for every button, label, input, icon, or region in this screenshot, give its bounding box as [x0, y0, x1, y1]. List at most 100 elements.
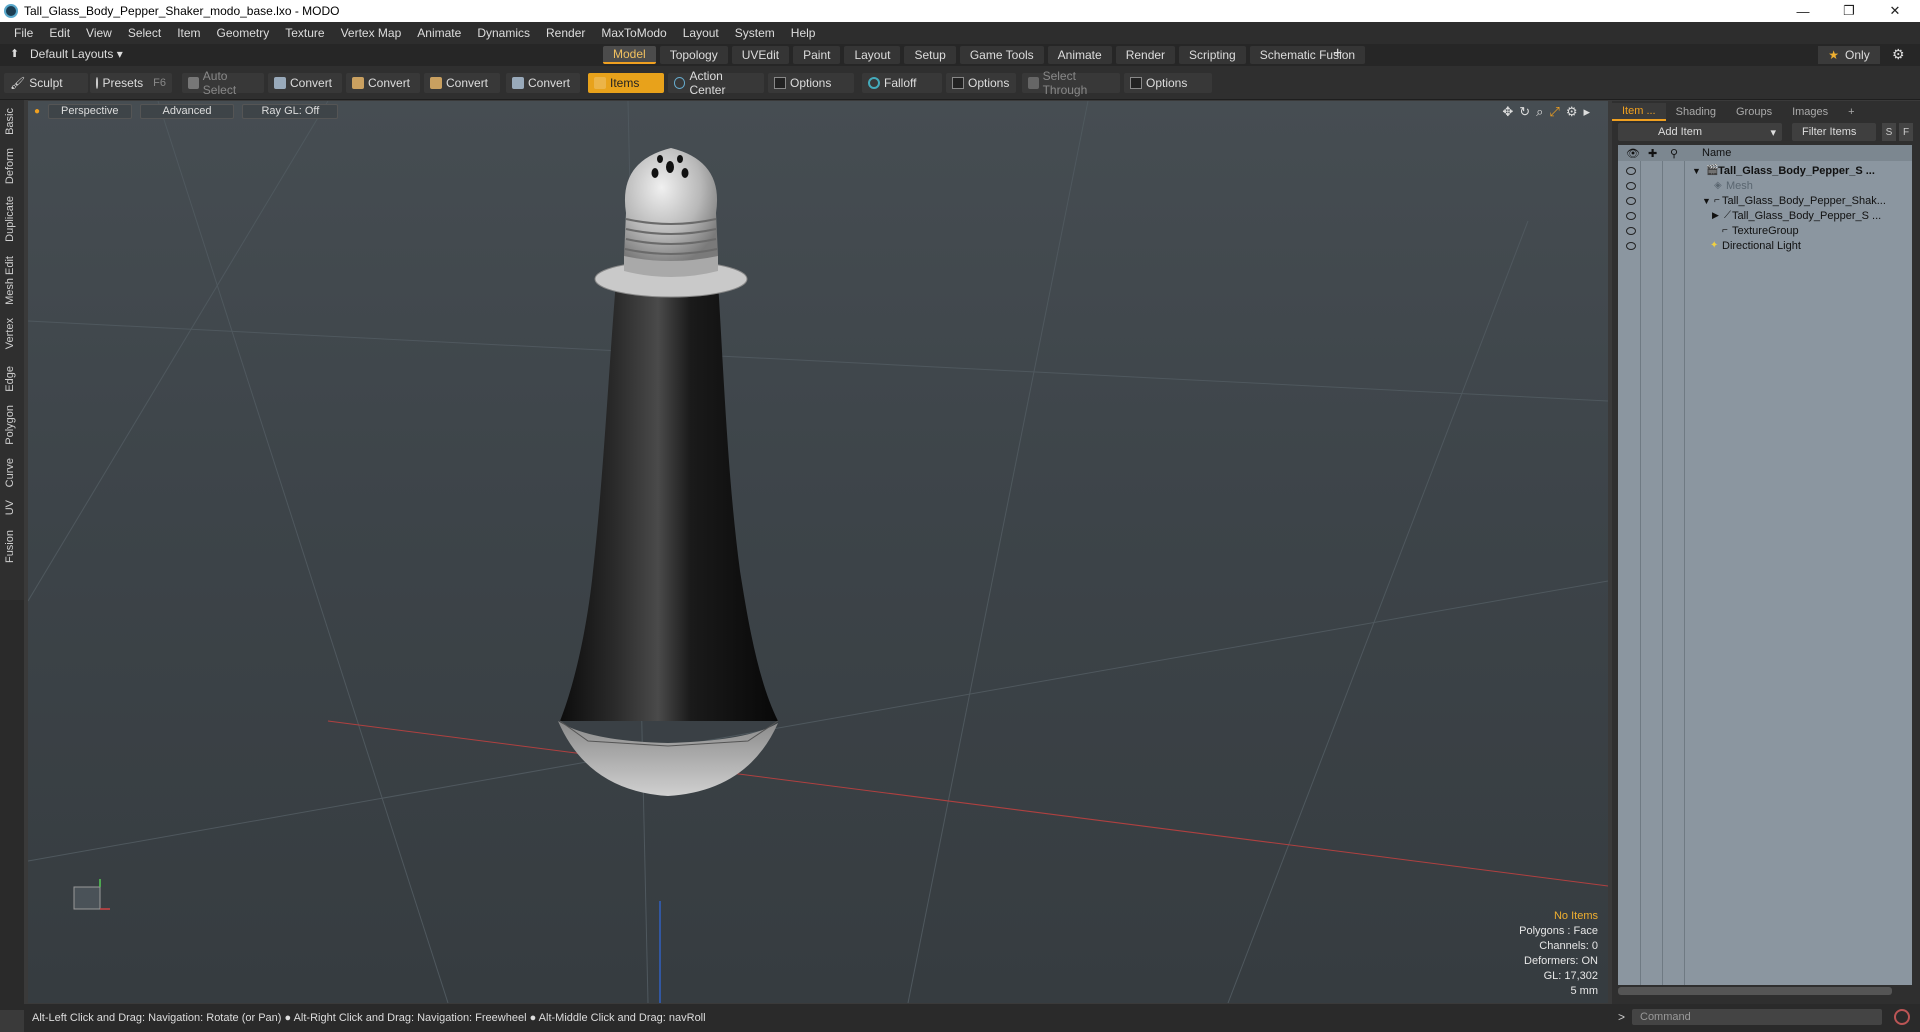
expand-arrow-icon[interactable]: ▼ — [1692, 166, 1701, 176]
menu-dynamics[interactable]: Dynamics — [469, 26, 538, 40]
tree-scrollbar[interactable] — [1618, 987, 1892, 995]
presets-button[interactable]: Presets F6 — [90, 73, 172, 93]
tab-duplicate[interactable]: Duplicate — [4, 196, 16, 242]
record-icon[interactable] — [1894, 1009, 1910, 1025]
options-button-2[interactable]: Options — [946, 73, 1016, 93]
options-checkbox[interactable] — [774, 77, 786, 89]
menu-vertex-map[interactable]: Vertex Map — [333, 26, 410, 40]
sculpt-button[interactable]: 🖌 Sculpt — [4, 73, 88, 93]
name-column-header[interactable]: Name — [1702, 147, 1731, 159]
select-through-button[interactable]: Select Through — [1022, 69, 1120, 97]
auto-select-button[interactable]: Auto Select — [182, 69, 264, 97]
close-button[interactable]: ✕ — [1872, 0, 1918, 22]
tab-uv[interactable]: UV — [4, 500, 16, 515]
menu-texture[interactable]: Texture — [277, 26, 332, 40]
menu-system[interactable]: System — [727, 26, 783, 40]
visibility-eye-icon[interactable] — [1626, 166, 1636, 175]
tree-row-mesh-item[interactable]: ▶ ⟋ Tall_Glass_Body_Pepper_S ... — [1618, 208, 1912, 223]
visibility-column-icon[interactable]: 👁 — [1626, 147, 1640, 160]
add-tab-icon[interactable]: + — [1333, 45, 1342, 63]
viewport-expand-icon[interactable]: ▸ — [1583, 104, 1590, 120]
tab-edge[interactable]: Edge — [4, 366, 16, 392]
tab-animate[interactable]: Animate — [1047, 46, 1112, 64]
tree-row-mesh[interactable]: ◈ Mesh — [1618, 178, 1912, 193]
tree-row-scene[interactable]: ▼ 🎬 Tall_Glass_Body_Pepper_S ... — [1618, 163, 1912, 178]
tab-render[interactable]: Render — [1115, 46, 1176, 64]
shading-dropdown[interactable]: Advanced — [139, 103, 235, 119]
raygl-toggle[interactable]: Ray GL: Off — [242, 103, 339, 119]
minimize-button[interactable]: — — [1780, 0, 1826, 22]
add-panel-tab-icon[interactable]: + — [1838, 103, 1864, 121]
tab-scripting[interactable]: Scripting — [1179, 46, 1246, 64]
view-mode-dropdown[interactable]: Perspective — [48, 103, 132, 119]
tab-shading[interactable]: Shading — [1666, 103, 1726, 121]
tab-setup[interactable]: Setup — [904, 46, 956, 64]
tab-game-tools[interactable]: Game Tools — [959, 46, 1044, 64]
viewport-scene[interactable] — [28, 101, 1608, 1003]
command-input[interactable]: Command — [1632, 1009, 1882, 1025]
zoom-view-icon[interactable]: ⌕ — [1536, 104, 1543, 120]
tree-row-texture-group[interactable]: ⌐ TextureGroup — [1618, 223, 1912, 238]
menu-item[interactable]: Item — [169, 26, 208, 40]
options-checkbox[interactable] — [1130, 77, 1142, 89]
falloff-button[interactable]: Falloff — [862, 73, 942, 93]
tab-curve[interactable]: Curve — [4, 458, 16, 487]
tree-row-group[interactable]: ▼ ⌐ Tall_Glass_Body_Pepper_Shak... — [1618, 193, 1912, 208]
tab-fusion[interactable]: Fusion — [4, 530, 16, 563]
add-item-button[interactable]: Add Item ▾ — [1618, 123, 1782, 141]
tab-item-list[interactable]: Item ... — [1612, 103, 1666, 121]
convert-item-button[interactable]: Convert — [506, 73, 580, 93]
visibility-eye-icon[interactable] — [1626, 226, 1636, 235]
visibility-eye-icon[interactable] — [1626, 181, 1636, 190]
tab-topology[interactable]: Topology — [659, 46, 728, 64]
tab-paint[interactable]: Paint — [793, 46, 841, 64]
tab-vertex[interactable]: Vertex — [4, 318, 16, 349]
menu-file[interactable]: File — [6, 26, 41, 40]
tab-schematic-fusion[interactable]: Schematic Fusion — [1249, 46, 1366, 64]
type-column-icon[interactable]: ⚲ — [1670, 147, 1678, 160]
f-toggle-button[interactable]: F — [1899, 123, 1913, 141]
options-checkbox[interactable] — [952, 77, 964, 89]
fit-view-icon[interactable]: ⤢ — [1549, 104, 1559, 120]
visibility-eye-icon[interactable] — [1626, 211, 1636, 220]
tab-layout[interactable]: Layout — [844, 46, 901, 64]
filter-items-input[interactable]: Filter Items — [1792, 123, 1876, 141]
tree-row-directional-light[interactable]: ✦ Directional Light — [1618, 238, 1912, 253]
menu-geometry[interactable]: Geometry — [209, 26, 278, 40]
tab-uvedit[interactable]: UVEdit — [731, 46, 790, 64]
tab-basic[interactable]: Basic — [4, 108, 16, 135]
tab-polygon[interactable]: Polygon — [4, 405, 16, 445]
menu-layout[interactable]: Layout — [675, 26, 727, 40]
items-mode-button[interactable]: Items — [588, 73, 664, 93]
menu-edit[interactable]: Edit — [41, 26, 78, 40]
options-button-3[interactable]: Options — [1124, 73, 1212, 93]
menu-animate[interactable]: Animate — [409, 26, 469, 40]
visibility-eye-icon[interactable] — [1626, 196, 1636, 205]
3d-viewport[interactable]: ● Perspective Advanced Ray GL: Off ✥ ↻ ⌕… — [28, 101, 1608, 1003]
tab-model[interactable]: Model — [603, 46, 656, 64]
tab-deform[interactable]: Deform — [4, 148, 16, 184]
tab-mesh-edit[interactable]: Mesh Edit — [4, 256, 16, 305]
layouts-dropdown[interactable]: Default Layouts ▾ — [30, 47, 123, 61]
s-toggle-button[interactable]: S — [1882, 123, 1896, 141]
tab-images[interactable]: Images — [1782, 103, 1838, 121]
menu-help[interactable]: Help — [783, 26, 824, 40]
layout-up-icon[interactable]: ⬆ — [10, 47, 19, 60]
viewport-menu-icon[interactable]: ● — [34, 106, 40, 117]
move-view-icon[interactable]: ✥ — [1502, 104, 1513, 120]
lock-column-icon[interactable]: ✚ — [1648, 147, 1657, 160]
only-button[interactable]: ★ Only — [1818, 46, 1880, 64]
convert-edge-button[interactable]: Convert — [346, 73, 420, 93]
maximize-button[interactable]: ❐ — [1826, 0, 1872, 22]
menu-maxtomodo[interactable]: MaxToModo — [593, 26, 674, 40]
menu-render[interactable]: Render — [538, 26, 593, 40]
convert-polygon-button[interactable]: Convert — [424, 73, 500, 93]
menu-select[interactable]: Select — [120, 26, 169, 40]
tab-groups[interactable]: Groups — [1726, 103, 1782, 121]
action-center-button[interactable]: Action Center — [668, 69, 764, 97]
expand-arrow-icon[interactable]: ▶ — [1712, 210, 1719, 221]
pepper-shaker-model[interactable] — [558, 148, 779, 796]
options-button-1[interactable]: Options — [768, 73, 854, 93]
rotate-view-icon[interactable]: ↻ — [1519, 104, 1530, 120]
viewport-settings-icon[interactable]: ⚙ — [1566, 104, 1578, 120]
